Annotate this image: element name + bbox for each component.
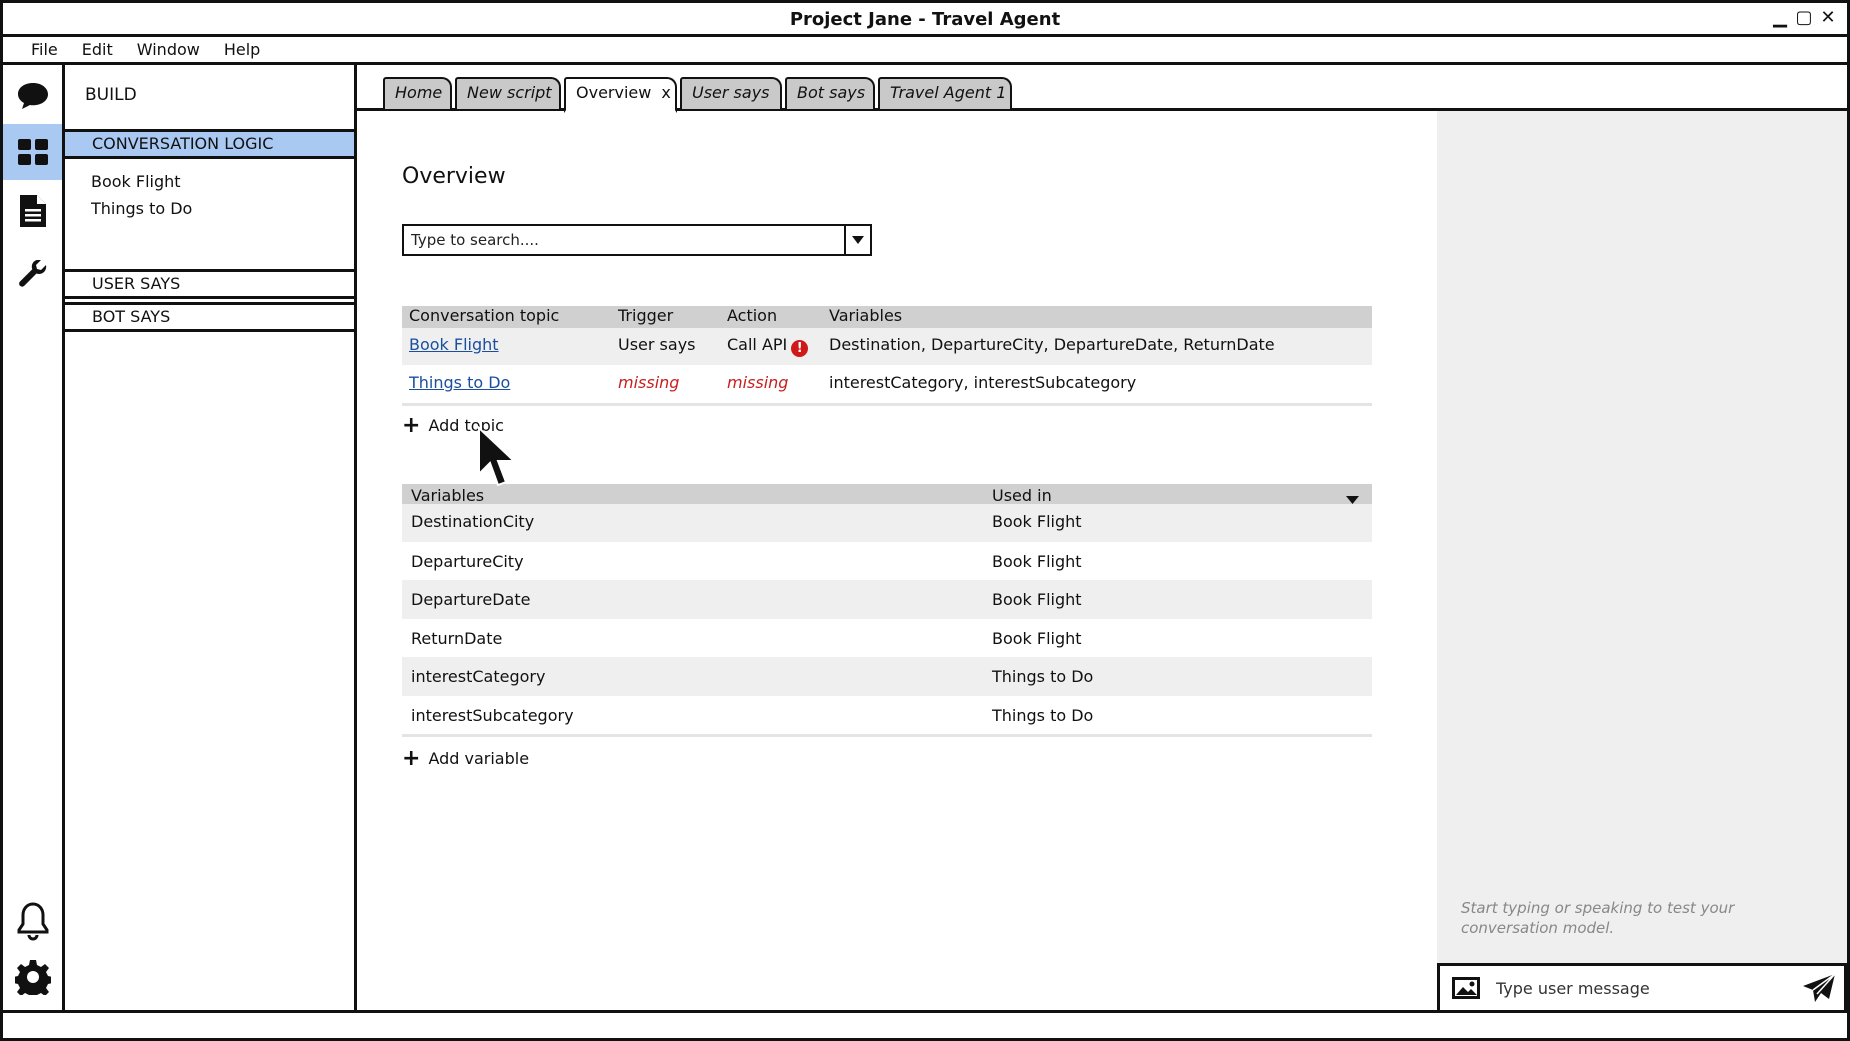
tab-home[interactable]: Home — [383, 77, 452, 109]
topics-table-header: Conversation topic Trigger Action Variab… — [402, 306, 1372, 328]
variable-name: DestinationCity — [411, 512, 535, 531]
mouse-pointer-icon — [477, 425, 517, 493]
chevron-down-icon[interactable] — [844, 226, 870, 254]
variable-used-in: Book Flight — [992, 590, 1082, 609]
variable-name: interestCategory — [411, 667, 546, 686]
tab-overview[interactable]: Overview x — [564, 77, 677, 113]
plus-icon: + — [402, 745, 421, 771]
page-title: Overview — [402, 164, 506, 189]
wrench-icon[interactable] — [3, 247, 62, 303]
table-row: DepartureCity Book Flight — [402, 542, 1372, 580]
main-content: Overview Conversation topic Trigger Acti… — [357, 111, 1437, 1013]
table-row: Book Flight User says Call API! Destinat… — [402, 328, 1372, 365]
variable-name: interestSubcategory — [411, 706, 574, 725]
table-divider — [402, 734, 1372, 737]
table-row: DepartureDate Book Flight — [402, 580, 1372, 619]
table-row: DestinationCity Book Flight — [402, 504, 1372, 542]
tab-user-says[interactable]: User says — [680, 77, 782, 109]
variables-table: Variables Used in DestinationCity Book F… — [402, 484, 1372, 737]
section-bot-says[interactable]: BOT SAYS — [65, 302, 354, 332]
tab-bar: Home New script Overview x User says Bot … — [357, 65, 1847, 113]
topic-link-things-to-do[interactable]: Things to Do — [409, 373, 510, 392]
window-title: Project Jane - Travel Agent — [789, 9, 1061, 30]
variables-value: Destination, DepartureCity, DepartureDat… — [829, 335, 1275, 354]
action-value: Call API! — [727, 335, 809, 357]
trigger-missing: missing — [618, 373, 680, 392]
maximize-icon[interactable]: ▢ — [1795, 7, 1813, 28]
user-message-input[interactable] — [1486, 978, 1794, 998]
trigger-value: User says — [618, 335, 696, 354]
error-icon[interactable]: ! — [791, 340, 809, 357]
icon-rail — [3, 65, 65, 1013]
dashboard-grid-icon[interactable] — [3, 124, 62, 180]
add-variable-label: Add variable — [428, 749, 530, 768]
close-icon[interactable]: ✕ — [1819, 7, 1837, 28]
col-used-in: Used in — [992, 486, 1052, 505]
variable-name: DepartureDate — [411, 590, 531, 609]
table-row: interestCategory Things to Do — [402, 657, 1372, 696]
chat-input-bar — [1437, 963, 1847, 1013]
variable-name: ReturnDate — [411, 629, 503, 648]
window-controls: ▁ ▢ ✕ — [1771, 7, 1837, 28]
col-conversation-topic: Conversation topic — [409, 306, 560, 325]
tab-close-icon[interactable]: x — [661, 83, 670, 102]
title-bar: Project Jane - Travel Agent ▁ ▢ ✕ — [3, 3, 1847, 37]
menu-window[interactable]: Window — [137, 40, 200, 59]
variables-value: interestCategory, interestSubcategory — [829, 373, 1137, 392]
menu-edit[interactable]: Edit — [82, 40, 113, 59]
variables-table-header: Variables Used in — [402, 484, 1372, 505]
col-trigger: Trigger — [618, 306, 674, 325]
add-variable-button[interactable]: + Add variable — [402, 745, 530, 771]
tab-bot-says[interactable]: Bot says — [785, 77, 875, 109]
col-action: Action — [727, 306, 778, 325]
image-icon[interactable] — [1446, 977, 1486, 999]
menu-bar: File Edit Window Help — [3, 37, 1847, 65]
search-combobox — [402, 224, 872, 256]
sidebar-item-things-to-do[interactable]: Things to Do — [91, 199, 192, 218]
plus-icon: + — [402, 412, 421, 438]
send-icon[interactable] — [1794, 973, 1844, 1003]
variable-used-in: Things to Do — [992, 667, 1094, 686]
col-variables: Variables — [411, 486, 485, 505]
variable-name: DepartureCity — [411, 552, 524, 571]
topic-link-book-flight[interactable]: Book Flight — [409, 335, 499, 354]
build-header: BUILD — [85, 85, 137, 105]
topics-table: Conversation topic Trigger Action Variab… — [402, 306, 1372, 406]
col-variables: Variables — [829, 306, 903, 325]
search-input[interactable] — [404, 226, 844, 254]
document-icon[interactable] — [3, 183, 62, 239]
settings-gear-icon[interactable] — [3, 949, 62, 1005]
table-row: ReturnDate Book Flight — [402, 619, 1372, 657]
tab-travel-agent-1[interactable]: Travel Agent 1 — [878, 77, 1012, 109]
table-row: Things to Do missing missing interestCat… — [402, 365, 1372, 403]
tab-new-script[interactable]: New script — [455, 77, 561, 109]
chat-test-panel: Start typing or speaking to test your co… — [1437, 111, 1847, 1013]
variable-used-in: Things to Do — [992, 706, 1094, 725]
variable-used-in: Book Flight — [992, 629, 1082, 648]
side-panel: BUILD CONVERSATION LOGIC Book Flight Thi… — [65, 65, 357, 1013]
chat-bubble-icon[interactable] — [3, 68, 62, 124]
variable-used-in: Book Flight — [992, 512, 1082, 531]
action-missing: missing — [727, 373, 789, 392]
section-conversation-logic[interactable]: CONVERSATION LOGIC — [65, 129, 354, 159]
tab-overview-label: Overview — [576, 83, 652, 102]
status-bar — [3, 1010, 1847, 1013]
chat-hint-text: Start typing or speaking to test your co… — [1461, 899, 1735, 937]
table-row: interestSubcategory Things to Do — [402, 696, 1372, 734]
action-label: Call API — [727, 335, 788, 354]
minimize-icon[interactable]: ▁ — [1771, 7, 1789, 28]
app-window: Project Jane - Travel Agent ▁ ▢ ✕ File E… — [0, 0, 1850, 1041]
bell-icon[interactable] — [3, 893, 62, 949]
section-user-says[interactable]: USER SAYS — [65, 269, 354, 299]
sidebar-item-book-flight[interactable]: Book Flight — [91, 172, 181, 191]
variable-used-in: Book Flight — [992, 552, 1082, 571]
menu-help[interactable]: Help — [224, 40, 260, 59]
table-divider — [402, 403, 1372, 406]
menu-file[interactable]: File — [31, 40, 58, 59]
